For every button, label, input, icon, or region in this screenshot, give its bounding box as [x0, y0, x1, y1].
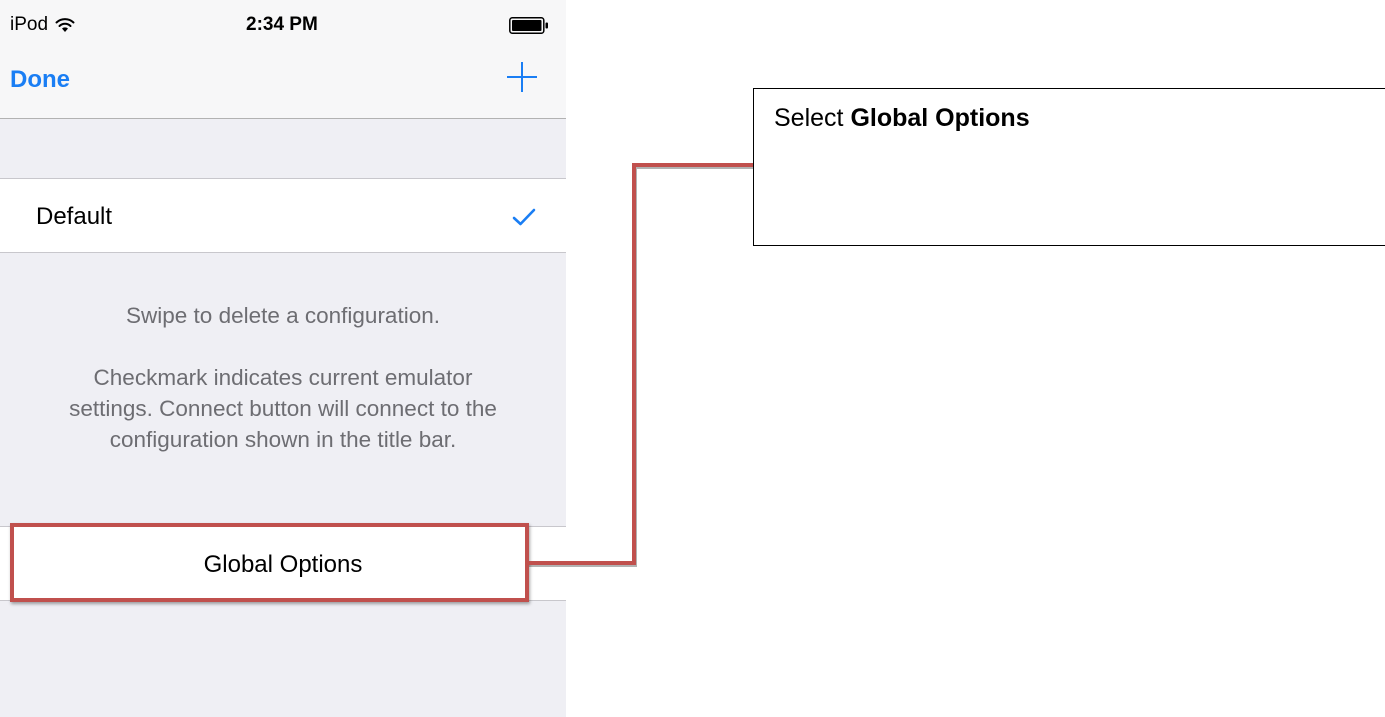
checkmark-hint-text: Checkmark indicates current emulator set… [69, 365, 497, 452]
configuration-name: Default [36, 203, 113, 230]
done-button[interactable]: Done [10, 66, 70, 94]
navigation-bar: Done [0, 40, 566, 119]
status-time: 2:34 PM [246, 14, 318, 35]
status-bar: iPod 2:34 PM [0, 0, 566, 40]
plus-icon[interactable] [505, 60, 539, 94]
global-options-highlight [10, 523, 529, 602]
battery-icon [509, 17, 548, 34]
swipe-hint-text: Swipe to delete a configuration. [126, 303, 440, 328]
callout-text: Select Global Options [774, 104, 1030, 132]
instruction-callout: Select Global Options [753, 88, 1385, 246]
status-carrier: iPod [10, 14, 75, 36]
carrier-label: iPod [10, 14, 49, 35]
configuration-row-default[interactable]: Default [0, 178, 566, 253]
phone-screen: iPod 2:34 PM Done Default Swipe to delet… [0, 0, 566, 717]
wifi-icon [55, 18, 75, 32]
checkmark-icon [512, 208, 536, 226]
